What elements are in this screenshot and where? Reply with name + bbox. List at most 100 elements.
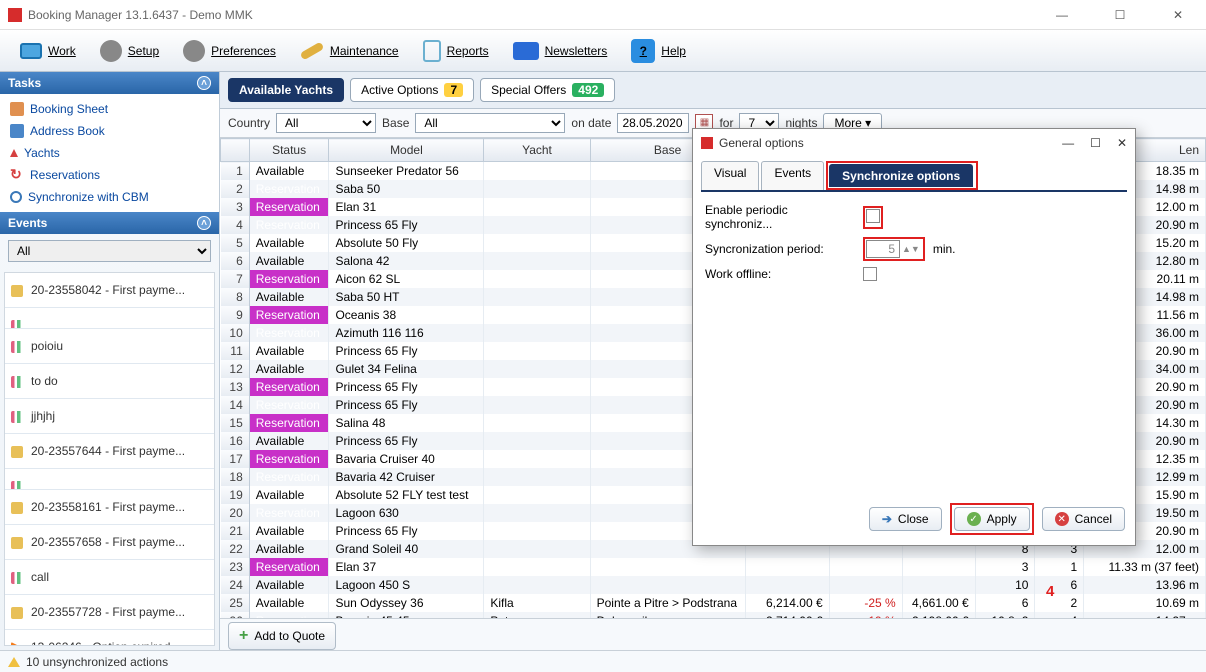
table-row[interactable]: 23ReservationElan 373111.33 m (37 feet) — [221, 558, 1206, 576]
badge-active-count: 7 — [444, 83, 463, 97]
dialog-cancel-button[interactable]: ✕Cancel — [1042, 507, 1125, 531]
dialog-tabs: Visual Events Synchronize options — [693, 161, 1135, 190]
sync-period-label: Syncronization period: — [705, 242, 855, 256]
event-item[interactable]: poioiu — [5, 329, 214, 364]
events-collapse[interactable]: ˄ — [197, 216, 211, 230]
base-label: Base — [382, 116, 409, 130]
annotation-4: 4 — [1046, 583, 1054, 600]
content-area: Available Yachts Active Options7 Special… — [220, 72, 1206, 650]
dialog-apply-button[interactable]: ✓Apply — [954, 507, 1030, 531]
gear-icon — [100, 40, 122, 62]
event-item[interactable]: jjhjhj — [5, 399, 214, 434]
gear-icon — [183, 40, 205, 62]
grid-header[interactable]: Model — [329, 139, 484, 162]
window-maximize[interactable]: ☐ — [1100, 3, 1140, 27]
ondate-input[interactable] — [617, 113, 689, 133]
event-item[interactable]: 20-23558042 - First payme... — [5, 273, 214, 308]
mail-icon — [513, 42, 539, 60]
spinner-icon[interactable]: ▲▼ — [900, 244, 922, 254]
event-item[interactable]: 20-23557658 - First payme... — [5, 525, 214, 560]
sheet-icon — [10, 102, 24, 116]
event-item[interactable] — [5, 308, 214, 329]
task-address-book[interactable]: Address Book — [0, 120, 219, 142]
help-icon: ? — [631, 39, 655, 63]
book-icon — [10, 124, 24, 138]
dialog-tab-events[interactable]: Events — [761, 161, 824, 190]
dialog-titlebar[interactable]: General options — ☐ ✕ — [693, 129, 1135, 157]
grid-header[interactable]: Status — [249, 139, 329, 162]
event-item[interactable] — [5, 469, 214, 490]
main-toolbar: Work Setup Preferences Maintenance Repor… — [0, 30, 1206, 72]
events-list[interactable]: 20-23558042 - First payme... poioiuto doj… — [4, 272, 215, 646]
dialog-body: Enable periodic synchroniz... Syncroniza… — [701, 190, 1127, 292]
event-item[interactable]: 20-23558161 - First payme... — [5, 490, 214, 525]
window-minimize[interactable]: — — [1042, 3, 1082, 27]
task-sync-cbm[interactable]: Synchronize with CBM — [0, 186, 219, 208]
sync-period-input[interactable] — [866, 240, 900, 258]
tasks-collapse[interactable]: ˄ — [197, 76, 211, 90]
wrench-icon — [299, 41, 324, 60]
grid-header[interactable] — [221, 139, 250, 162]
add-to-quote-button[interactable]: +Add to Quote — [228, 622, 336, 650]
reservation-icon: ↻ — [10, 168, 24, 182]
dialog-title: General options — [719, 136, 1062, 150]
sync-icon — [10, 191, 22, 203]
x-icon: ✕ — [1055, 512, 1069, 526]
event-item[interactable]: 13-06246 - Option expired — [5, 630, 214, 646]
yacht-icon — [10, 149, 18, 157]
country-select[interactable]: All — [276, 113, 376, 133]
table-row[interactable]: 25AvailableSun Odyssey 36KiflaPointe a P… — [221, 594, 1206, 612]
enable-sync-label: Enable periodic synchroniz... — [705, 203, 855, 231]
event-item[interactable]: to do — [5, 364, 214, 399]
dialog-tab-sync[interactable]: Synchronize options — [829, 164, 973, 187]
dialog-tab-visual[interactable]: Visual — [701, 161, 759, 190]
table-row[interactable]: 24AvailableLagoon 450 S10613.96 m — [221, 576, 1206, 594]
badge-special-count: 492 — [572, 83, 604, 97]
dialog-minimize[interactable]: — — [1062, 136, 1074, 150]
dialog-close-x[interactable]: ✕ — [1117, 136, 1127, 150]
work-offline-checkbox[interactable] — [863, 267, 877, 281]
event-item[interactable]: 20-23557644 - First payme... — [5, 434, 214, 469]
tab-special-offers[interactable]: Special Offers492 — [480, 78, 615, 102]
toolbar-newsletters[interactable]: Newsletters — [503, 38, 618, 64]
monitor-icon — [20, 43, 42, 59]
event-item[interactable]: call — [5, 560, 214, 595]
event-item[interactable]: 20-23557728 - First payme... — [5, 595, 214, 630]
app-icon — [8, 8, 22, 22]
dialog-close-button[interactable]: ➔Close — [869, 507, 942, 531]
events-filter-select[interactable]: All — [8, 240, 211, 262]
toolbar-preferences[interactable]: Preferences — [173, 36, 286, 66]
arrow-right-icon: ➔ — [882, 512, 892, 526]
enable-sync-checkbox[interactable] — [866, 209, 880, 223]
toolbar-setup[interactable]: Setup — [90, 36, 169, 66]
tab-available-yachts[interactable]: Available Yachts — [228, 78, 344, 102]
check-icon: ✓ — [967, 512, 981, 526]
country-label: Country — [228, 116, 270, 130]
sidebar: Tasks ˄ Booking Sheet Address Book Yacht… — [0, 72, 220, 650]
base-select[interactable]: All — [415, 113, 565, 133]
clipboard-icon — [423, 40, 441, 62]
task-booking-sheet[interactable]: Booking Sheet — [0, 98, 219, 120]
toolbar-reports[interactable]: Reports — [413, 36, 499, 66]
plus-icon: + — [239, 627, 248, 645]
grid-footer: +Add to Quote — [220, 618, 1206, 650]
window-close[interactable]: ✕ — [1158, 3, 1198, 27]
statusbar: 10 unsynchronized actions — [0, 650, 1206, 672]
general-options-dialog: General options — ☐ ✕ Visual Events Sync… — [692, 128, 1136, 546]
events-title: Events — [8, 216, 47, 230]
period-unit: min. — [933, 242, 956, 256]
toolbar-help[interactable]: ?Help — [621, 35, 696, 67]
toolbar-maintenance[interactable]: Maintenance — [290, 40, 409, 62]
grid-header[interactable]: Yacht — [484, 139, 590, 162]
toolbar-work[interactable]: Work — [10, 39, 86, 63]
tab-active-options[interactable]: Active Options7 — [350, 78, 474, 102]
dialog-maximize[interactable]: ☐ — [1090, 136, 1101, 150]
table-row[interactable]: 26ReservationBavaria 45 45PetraDubrovnik… — [221, 612, 1206, 618]
task-yachts[interactable]: Yachts — [0, 142, 219, 164]
task-reservations[interactable]: ↻Reservations — [0, 164, 219, 186]
events-header: Events ˄ — [0, 212, 219, 234]
tasks-header: Tasks ˄ — [0, 72, 219, 94]
dialog-app-icon — [701, 137, 713, 149]
window-titlebar: Booking Manager 13.1.6437 - Demo MMK — ☐… — [0, 0, 1206, 30]
work-offline-label: Work offline: — [705, 267, 855, 281]
